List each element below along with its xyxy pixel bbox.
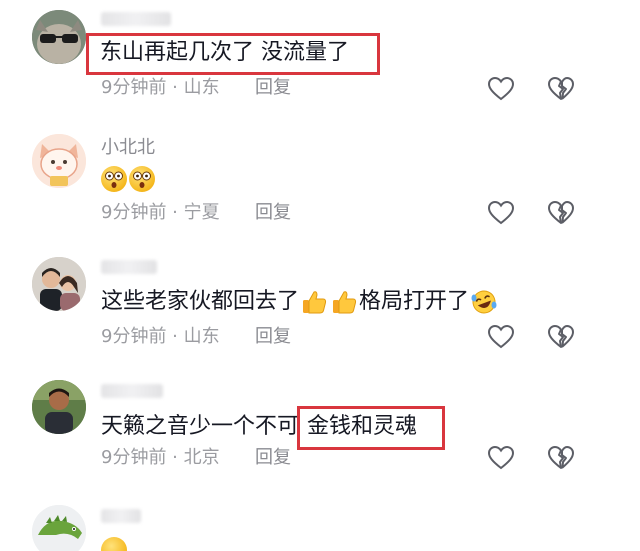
like-heart-icon[interactable] xyxy=(488,325,514,349)
dislike-broken-heart-icon[interactable] xyxy=(548,77,574,101)
comment-meta: 9分钟前 · 山东 xyxy=(101,326,220,347)
comment-item xyxy=(0,495,640,551)
reply-button[interactable]: 回复 xyxy=(255,447,291,469)
avatar[interactable] xyxy=(32,257,86,311)
reply-button[interactable]: 回复 xyxy=(255,326,291,348)
dislike-broken-heart-icon[interactable] xyxy=(548,446,574,470)
username[interactable] xyxy=(101,256,157,278)
dislike-broken-heart-icon[interactable] xyxy=(548,201,574,225)
comment-item: 小北北 9分钟前 · 宁夏 回复 xyxy=(0,120,640,245)
shocked-face-emoji-icon xyxy=(101,166,127,192)
cartoon-cat-avatar-icon xyxy=(32,134,86,188)
avatar[interactable] xyxy=(32,10,86,64)
like-heart-icon[interactable] xyxy=(488,77,514,101)
dislike-broken-heart-icon[interactable] xyxy=(548,325,574,349)
comment-meta: 9分钟前 · 山东 xyxy=(101,77,220,98)
comment-emoji xyxy=(101,165,157,193)
thumbs-up-emoji-icon xyxy=(333,291,357,314)
comment-meta: 9分钟前 · 宁夏 xyxy=(101,202,220,223)
avatar[interactable] xyxy=(32,134,86,188)
username[interactable] xyxy=(101,380,163,402)
avatar[interactable] xyxy=(32,380,86,434)
like-heart-icon[interactable] xyxy=(488,446,514,470)
comment-item: 这些老家伙都回去了 格局打开了 9分钟前 · 山东 回复 xyxy=(0,245,640,370)
laughing-tears-emoji-icon xyxy=(471,290,497,314)
couple-photo-avatar-icon xyxy=(32,257,86,311)
reply-button[interactable]: 回复 xyxy=(255,202,291,224)
comment-meta: 9分钟前 · 北京 xyxy=(101,447,220,468)
reply-button[interactable]: 回复 xyxy=(255,77,291,99)
avatar[interactable] xyxy=(32,505,86,551)
comment-text: 这些老家伙都回去了 格局打开了 xyxy=(101,288,499,316)
shocked-face-emoji-icon xyxy=(129,166,155,192)
thumbs-up-emoji-icon xyxy=(303,291,327,314)
child-photo-avatar-icon xyxy=(32,380,86,434)
comment-text: 东山再起几次了 没流量了 xyxy=(100,40,349,65)
like-heart-icon[interactable] xyxy=(488,201,514,225)
comment-item: 东山再起几次了 没流量了 9分钟前 · 山东 回复 xyxy=(0,0,640,120)
comment-text: 天籁之音少一个不可 金钱和灵魂 xyxy=(101,414,418,439)
emoji-icon xyxy=(101,537,127,551)
username[interactable]: 小北北 xyxy=(101,137,155,159)
username[interactable] xyxy=(101,8,171,30)
sunglasses-cat-avatar-icon xyxy=(32,10,86,64)
dinosaur-toy-avatar-icon xyxy=(32,505,86,551)
comment-item: 天籁之音少一个不可 金钱和灵魂 9分钟前 · 北京 回复 xyxy=(0,370,640,495)
username[interactable] xyxy=(101,505,141,527)
